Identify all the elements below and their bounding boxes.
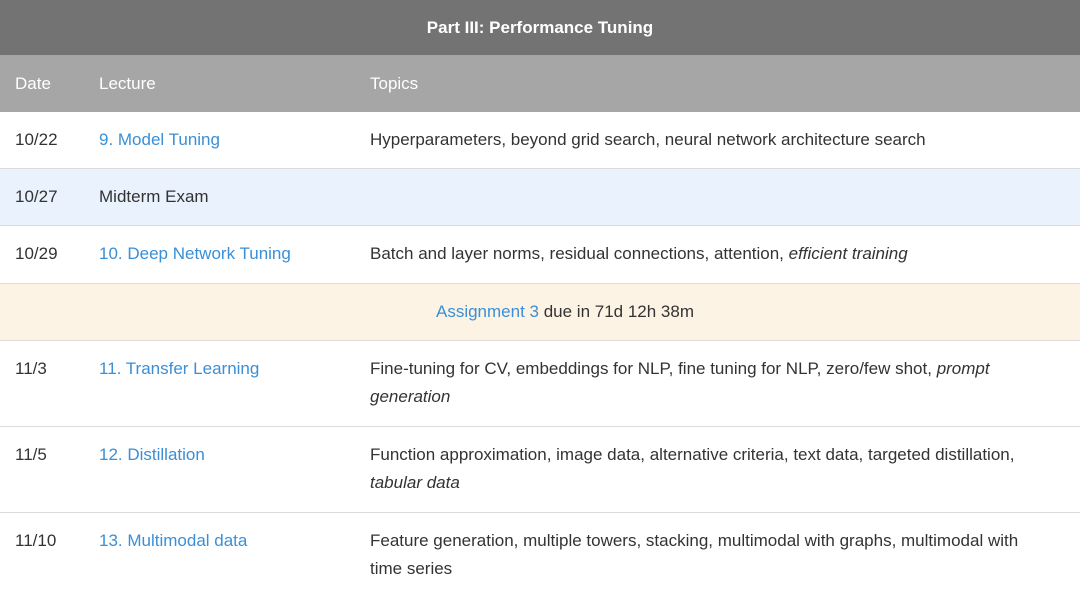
table-row: 10/22 9. Model Tuning Hyperparameters, b… (0, 112, 1080, 169)
topics-italic: efficient training (788, 244, 908, 263)
row-topics: Hyperparameters, beyond grid search, neu… (370, 112, 1080, 154)
row-lecture: Midterm Exam (99, 187, 209, 206)
lecture-link-model-tuning[interactable]: 9. Model Tuning (99, 130, 220, 149)
topics-text: Fine-tuning for CV, embeddings for NLP, … (370, 359, 937, 378)
part-title-text: Part III: Performance Tuning (426, 17, 654, 37)
row-date: 10/29 (15, 244, 58, 263)
row-date: 10/27 (15, 187, 58, 206)
row-topics: Fine-tuning for CV, embeddings for NLP, … (370, 341, 1080, 411)
topics-text: Feature generation, multiple towers, sta… (370, 531, 1019, 578)
column-lecture: Lecture (99, 73, 156, 93)
schedule-table: Part III: Performance Tuning Date Lectur… (0, 0, 1080, 597)
row-topics: Function approximation, image data, alte… (370, 427, 1080, 497)
row-topics: Batch and layer norms, residual connecti… (370, 226, 1080, 268)
topics-text: Batch and layer norms, residual connecti… (370, 244, 789, 263)
lecture-link-deep-network-tuning[interactable]: 10. Deep Network Tuning (99, 244, 291, 263)
lecture-link-multimodal-data[interactable]: 13. Multimodal data (99, 531, 247, 550)
row-date: 10/22 (15, 130, 58, 149)
assignment-link[interactable]: Assignment 3 (436, 302, 539, 321)
column-topics: Topics (370, 73, 419, 93)
assignment-text: Assignment 3 due in 71d 12h 38m (386, 298, 694, 326)
assignment-due: due in 71d 12h 38m (538, 302, 694, 321)
topics-italic: tabular data (370, 473, 460, 492)
part-title: Part III: Performance Tuning (0, 0, 1080, 55)
row-date: 11/10 (15, 531, 57, 550)
column-date: Date (15, 73, 51, 93)
table-row: 10/29 10. Deep Network Tuning Batch and … (0, 226, 1080, 284)
table-row: 11/3 11. Transfer Learning Fine-tuning f… (0, 341, 1080, 427)
column-header-row: Date Lecture Topics (0, 55, 1080, 112)
lecture-link-distillation[interactable]: 12. Distillation (99, 445, 205, 464)
row-date: 11/5 (15, 445, 47, 464)
table-row: 11/10 13. Multimodal data Feature genera… (0, 513, 1080, 599)
topics-text: Function approximation, image data, alte… (370, 445, 1015, 464)
row-date: 11/3 (15, 359, 47, 378)
lecture-link-transfer-learning[interactable]: 11. Transfer Learning (99, 359, 259, 378)
topics-text: Hyperparameters, beyond grid search, neu… (370, 130, 926, 149)
row-topics: Feature generation, multiple towers, sta… (370, 513, 1080, 583)
table-row: 11/5 12. Distillation Function approxima… (0, 427, 1080, 513)
assignment-row: Assignment 3 due in 71d 12h 38m (0, 284, 1080, 341)
row-topics (370, 169, 1080, 183)
table-row-midterm: 10/27 Midterm Exam (0, 169, 1080, 226)
